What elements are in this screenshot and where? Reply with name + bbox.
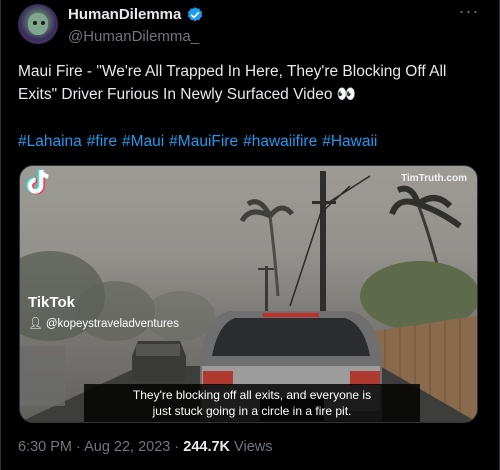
- tweet-date[interactable]: Aug 22, 2023: [84, 439, 170, 455]
- tweet-time[interactable]: 6:30 PM: [18, 439, 72, 455]
- verified-badge-icon: [187, 7, 203, 22]
- caption-line: They're blocking off all exits, and ever…: [132, 388, 372, 402]
- caption-line: just stuck going in a circle in a fire p…: [152, 404, 352, 418]
- tiktok-brand-label: TikTok: [28, 294, 75, 311]
- more-options-icon[interactable]: ···: [457, 2, 481, 26]
- avatar-eye: [33, 21, 37, 25]
- video-caption: They're blocking off all exits, and ever…: [84, 384, 420, 422]
- hashtag-link[interactable]: #Hawaii: [322, 133, 377, 150]
- tiktok-username-text: @kopeystraveladventures: [45, 318, 179, 330]
- tweet-meta: 6:30 PM · Aug 22, 2023 · 244.7K Views: [18, 439, 272, 455]
- tweet-card[interactable]: HumanDilemma @HumanDilemma_ ··· Maui Fir…: [0, 0, 500, 470]
- hashtag-link[interactable]: #hawaiifire: [243, 133, 317, 150]
- avatar-eye: [41, 21, 45, 25]
- video-media[interactable]: TimTruth.com TikTok 👤︎ @kopeystraveladve…: [19, 165, 478, 423]
- hashtag-link[interactable]: #Lahaina: [18, 133, 82, 150]
- author-name[interactable]: HumanDilemma: [68, 6, 181, 23]
- tweet-text: Maui Fire - "We're All Trapped In Here, …: [18, 63, 447, 103]
- author-handle[interactable]: @HumanDilemma_: [68, 28, 199, 45]
- video-watermark: TimTruth.com: [401, 173, 467, 184]
- tiktok-username: 👤︎ @kopeystraveladventures: [28, 316, 179, 330]
- meta-separator: ·: [72, 439, 85, 455]
- hashtag-list: #Lahaina #fire #Maui #MauiFire #hawaiifire #H…: [18, 133, 488, 151]
- hashtag-link[interactable]: #MauiFire: [169, 133, 238, 150]
- hashtag-link[interactable]: #fire: [87, 133, 117, 150]
- views-count: 244.7K: [183, 439, 231, 455]
- avatar[interactable]: [18, 4, 58, 44]
- meta-separator: ·: [170, 439, 184, 455]
- hashtag-link[interactable]: #Maui: [122, 133, 164, 150]
- tiktok-logo-icon: [26, 169, 49, 195]
- user-icon: 👤︎: [28, 318, 43, 330]
- views-label: Views: [230, 439, 273, 455]
- avatar-face: [28, 13, 48, 35]
